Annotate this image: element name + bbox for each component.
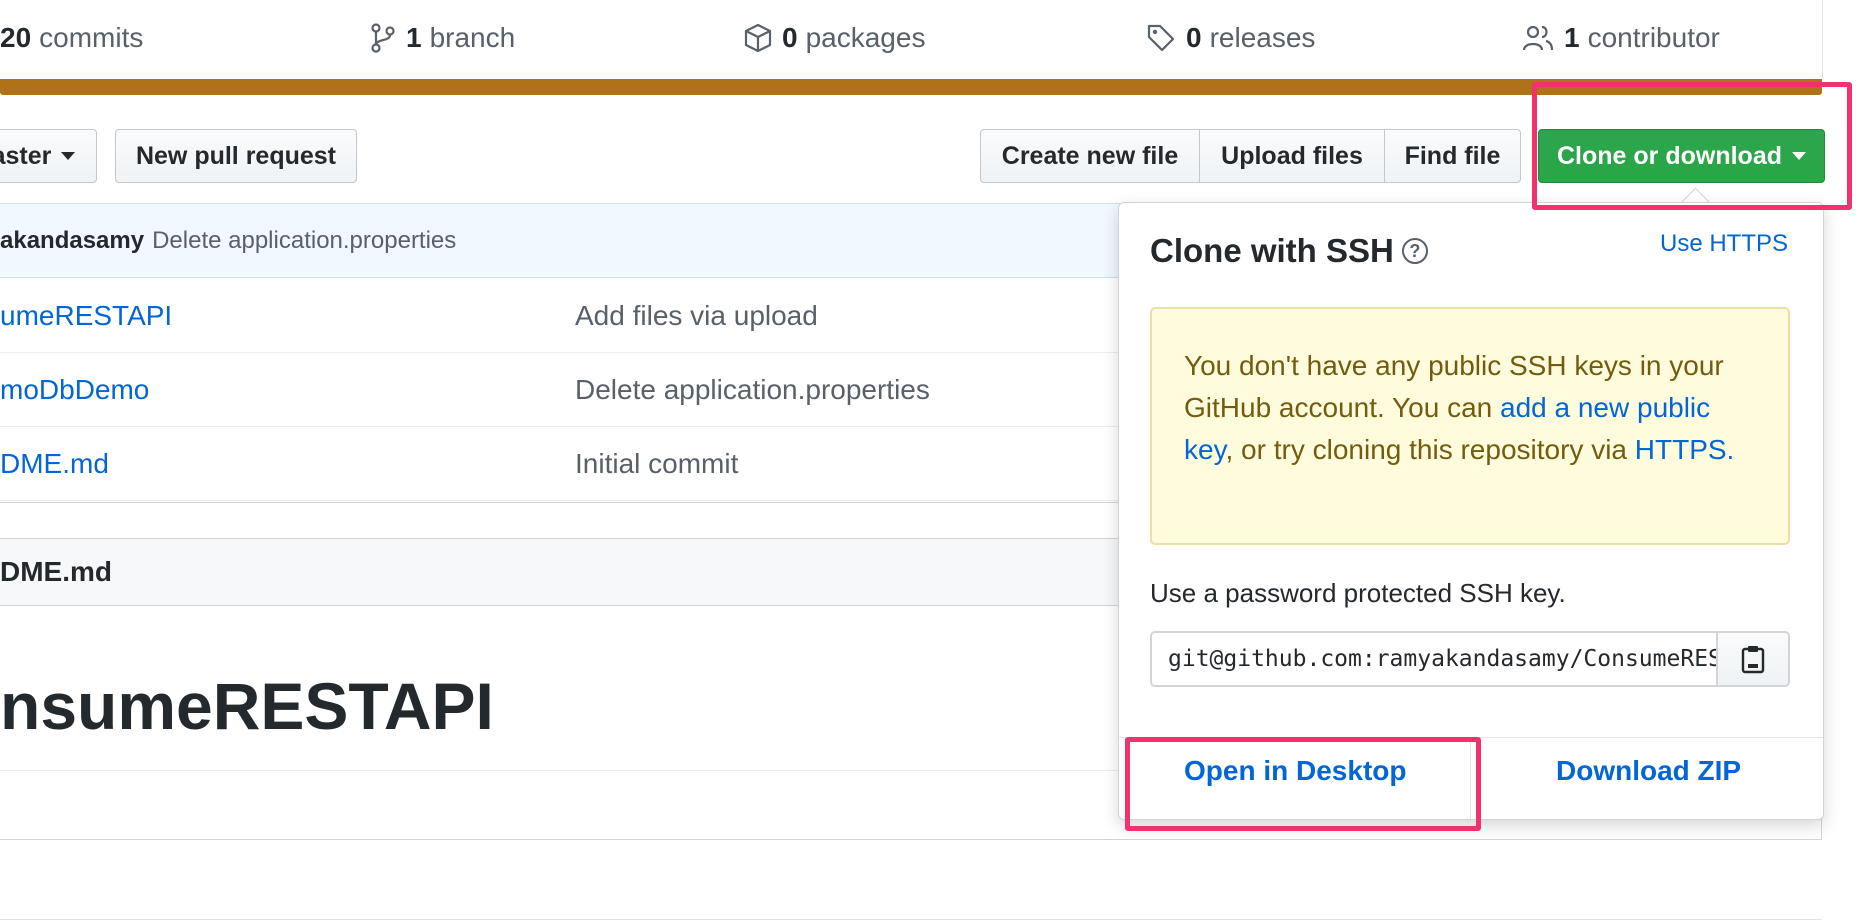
open-in-desktop-highlight — [1125, 737, 1481, 831]
file-name-link[interactable]: umeRESTAPI — [0, 300, 575, 332]
git-branch-icon — [371, 23, 395, 53]
commits-count: 20 — [0, 22, 32, 53]
upload-files-button[interactable]: Upload files — [1199, 129, 1385, 183]
table-row[interactable]: DME.md Initial commit — [0, 427, 1130, 501]
commit-author[interactable]: akandasamy — [0, 227, 144, 255]
package-icon — [744, 23, 772, 53]
no-ssh-keys-warning: You don't have any public SSH keys in yo… — [1150, 307, 1790, 545]
contributor-count: 1 — [1564, 22, 1580, 53]
new-pull-request-button[interactable]: New pull request — [115, 129, 357, 183]
table-row[interactable]: umeRESTAPI Add files via upload — [0, 279, 1130, 353]
clone-title-text: Clone with SSH — [1150, 232, 1394, 269]
branch-label: branch — [429, 22, 516, 53]
commits-label: commits — [39, 22, 144, 53]
file-name-link[interactable]: moDbDemo — [0, 374, 575, 406]
readme-title: nsumeRESTAPI — [0, 669, 494, 743]
commit-message[interactable]: Delete application.properties — [152, 227, 456, 255]
download-zip-link[interactable]: Download ZIP — [1556, 755, 1741, 787]
create-new-file-button[interactable]: Create new file — [980, 129, 1200, 183]
file-commit-message[interactable]: Delete application.properties — [575, 374, 930, 406]
latest-commit-bar: akandasamy Delete application.properties — [0, 203, 1130, 278]
packages-count: 0 — [782, 22, 798, 53]
https-link[interactable]: HTTPS. — [1635, 434, 1735, 465]
tag-icon — [1147, 24, 1175, 52]
branch-count: 1 — [406, 22, 422, 53]
table-row[interactable]: moDbDemo Delete application.properties — [0, 353, 1130, 427]
caret-down-icon — [61, 152, 76, 160]
copy-url-button[interactable] — [1716, 631, 1790, 687]
branch-select-button[interactable]: aster — [0, 129, 97, 183]
use-https-link[interactable]: Use HTTPS — [1660, 230, 1788, 258]
releases-label: releases — [1209, 22, 1316, 53]
commits-stat[interactable]: 20 commits — [0, 18, 143, 58]
file-name-link[interactable]: DME.md — [0, 448, 575, 480]
find-file-button[interactable]: Find file — [1384, 129, 1521, 183]
ssh-key-note: Use a password protected SSH key. — [1150, 578, 1566, 608]
packages-stat[interactable]: 0 packages — [744, 18, 925, 58]
readme-title-divider — [0, 770, 1180, 771]
releases-stat[interactable]: 0 releases — [1146, 18, 1315, 58]
readme-filename: DME.md — [0, 556, 112, 587]
branch-select-label: aster — [0, 141, 52, 170]
file-commit-message[interactable]: Initial commit — [575, 448, 738, 480]
releases-count: 0 — [1186, 22, 1202, 53]
file-commit-message[interactable]: Add files via upload — [575, 300, 818, 332]
question-icon[interactable]: ? — [1401, 238, 1428, 264]
clone-url-input[interactable]: git@github.com:ramyakandasamy/ConsumeRES… — [1150, 631, 1718, 687]
file-actions-group: Create new file Upload files Find file — [980, 129, 1521, 183]
contributor-label: contributor — [1587, 22, 1720, 53]
clipboard-icon — [1741, 646, 1765, 674]
packages-label: packages — [805, 22, 926, 53]
people-icon — [1522, 25, 1554, 51]
flash-text-2: , or try cloning this repository via — [1225, 434, 1635, 465]
clone-button-highlight — [1532, 82, 1852, 210]
clone-dropdown-title: Clone with SSH ? — [1150, 232, 1428, 270]
contributor-stat[interactable]: 1 contributor — [1522, 18, 1720, 58]
branch-stat[interactable]: 1 branch — [370, 18, 515, 58]
